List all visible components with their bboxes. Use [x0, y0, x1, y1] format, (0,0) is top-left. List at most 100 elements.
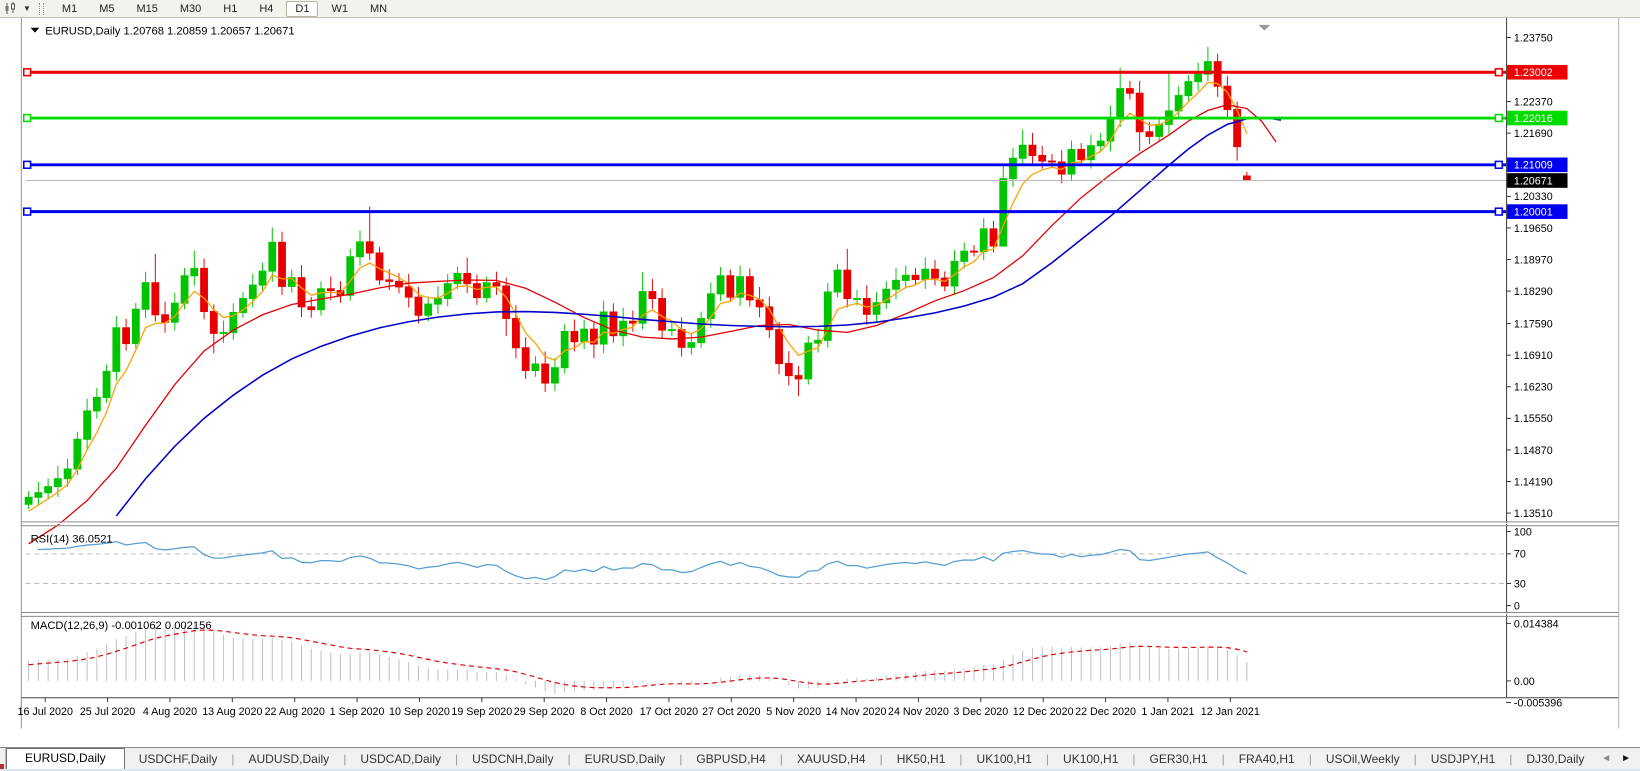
svg-text:4 Aug 2020: 4 Aug 2020: [143, 706, 197, 718]
svg-text:1.20330: 1.20330: [1514, 191, 1553, 203]
chart-tab-usdjpy-h1[interactable]: USDJPY,H1: [1417, 750, 1509, 769]
svg-text:1.16910: 1.16910: [1514, 350, 1553, 362]
line-handle[interactable]: [1495, 69, 1502, 76]
chart-tab-usdcnh-daily[interactable]: USDCNH,Daily: [458, 750, 567, 769]
scroll-right-icon[interactable]: ►: [1621, 754, 1631, 764]
mt4-window: ▼ M1M5M15 M30H1H4D1W1MN EURUSD,Daily 1.20…: [0, 0, 1640, 771]
svg-text:1.13510: 1.13510: [1514, 508, 1553, 520]
scroll-left-icon[interactable]: ◄: [1601, 754, 1611, 764]
price-badge-1.22016: 1.22016: [1507, 111, 1567, 126]
svg-text:1.20001: 1.20001: [1514, 207, 1553, 219]
svg-text:1.14190: 1.14190: [1514, 476, 1553, 488]
svg-text:MACD(12,26,9) -0.001062 0.0021: MACD(12,26,9) -0.001062 0.002156: [31, 620, 212, 632]
timeframe-button-mn[interactable]: MN: [361, 1, 396, 17]
line-handle[interactable]: [1495, 161, 1502, 168]
chart-tab-usoil-weekly[interactable]: USOil,Weekly: [1312, 750, 1414, 769]
chart-tab-ger30-h1[interactable]: GER30,H1: [1136, 750, 1222, 769]
toolbar: ▼ M1M5M15 M30H1H4D1W1MN: [0, 0, 1640, 18]
svg-text:1.18970: 1.18970: [1514, 254, 1553, 266]
chart-tab-fra40-h1[interactable]: FRA40,H1: [1225, 750, 1309, 769]
svg-text:1.15550: 1.15550: [1514, 413, 1553, 425]
timeframe-button-m1[interactable]: M1: [53, 1, 86, 17]
svg-text:12 Jan 2021: 12 Jan 2021: [1201, 706, 1260, 718]
svg-text:-0.005396: -0.005396: [1514, 697, 1562, 709]
chevron-down-icon[interactable]: ▼: [23, 4, 31, 13]
svg-text:1.18290: 1.18290: [1514, 286, 1553, 298]
svg-text:1.19650: 1.19650: [1514, 223, 1553, 235]
line-handle[interactable]: [24, 208, 31, 215]
tabbar-edge: [0, 748, 6, 769]
svg-text:1.14870: 1.14870: [1514, 445, 1553, 457]
chart-tab-usdchf-daily[interactable]: USDCHF,Daily: [125, 750, 232, 769]
svg-text:14 Nov 2020: 14 Nov 2020: [826, 706, 887, 718]
line-handle[interactable]: [1495, 115, 1502, 122]
chart-tab-hk50-h1[interactable]: HK50,H1: [883, 750, 960, 769]
svg-text:100: 100: [1514, 527, 1532, 539]
svg-text:22 Dec 2020: 22 Dec 2020: [1075, 706, 1136, 718]
svg-text:0.014384: 0.014384: [1514, 618, 1559, 630]
line-handle[interactable]: [1495, 208, 1502, 215]
svg-text:1.22370: 1.22370: [1514, 96, 1553, 108]
chart-tab-dj30-daily[interactable]: DJ30,Daily: [1512, 750, 1598, 769]
svg-text:1.22016: 1.22016: [1514, 113, 1553, 125]
svg-text:12 Dec 2020: 12 Dec 2020: [1013, 706, 1074, 718]
svg-text:27 Oct 2020: 27 Oct 2020: [702, 706, 760, 718]
svg-text:24 Nov 2020: 24 Nov 2020: [888, 706, 949, 718]
timeframe-button-m30[interactable]: M30: [171, 1, 210, 17]
timeframe-buttons: M1M5M15 M30H1H4D1W1MN: [51, 1, 398, 17]
svg-text:70: 70: [1514, 549, 1526, 561]
line-handle[interactable]: [24, 115, 31, 122]
svg-text:1.17590: 1.17590: [1514, 318, 1553, 330]
chart-tab-eurusd-daily[interactable]: EURUSD,Daily: [571, 750, 680, 769]
timeframe-button-h4[interactable]: H4: [250, 1, 282, 17]
timeframe-button-m5[interactable]: M5: [90, 1, 123, 17]
svg-text:1.20671: 1.20671: [1514, 175, 1553, 187]
svg-text:22 Aug 2020: 22 Aug 2020: [265, 706, 325, 718]
toolbar-grip[interactable]: [39, 3, 44, 15]
price-badge-1.21009: 1.21009: [1507, 157, 1567, 172]
chart-tab-gbpusd-h4[interactable]: GBPUSD,H4: [682, 750, 779, 769]
timeframe-button-w1[interactable]: W1: [322, 1, 357, 17]
timeframe-button-d1[interactable]: D1: [286, 1, 318, 17]
svg-text:1.21009: 1.21009: [1514, 160, 1553, 172]
chart-title: EURUSD,Daily 1.20768 1.20859 1.20657 1.2…: [31, 26, 295, 38]
svg-text:1 Jan 2021: 1 Jan 2021: [1141, 706, 1194, 718]
svg-text:0.00: 0.00: [1514, 676, 1535, 688]
chart-tabs: EURUSD,DailyUSDCHF,Daily|AUDUSD,Daily|US…: [0, 747, 1640, 769]
svg-text:1.16230: 1.16230: [1514, 382, 1553, 394]
timeframe-button-m15[interactable]: M15: [127, 1, 166, 17]
svg-text:1.21690: 1.21690: [1514, 128, 1553, 140]
svg-text:29 Sep 2020: 29 Sep 2020: [514, 706, 575, 718]
chart-tab-xauusd-h4[interactable]: XAUUSD,H4: [783, 750, 880, 769]
svg-text:19 Sep 2020: 19 Sep 2020: [451, 706, 512, 718]
chart-tab-usdcad-daily[interactable]: USDCAD,Daily: [346, 750, 455, 769]
svg-text:17 Oct 2020: 17 Oct 2020: [640, 706, 698, 718]
svg-text:3 Dec 2020: 3 Dec 2020: [953, 706, 1008, 718]
svg-text:30: 30: [1514, 578, 1526, 590]
chart-window[interactable]: EURUSD,Daily 1.20768 1.20859 1.20657 1.2…: [0, 18, 1640, 747]
price-chart[interactable]: EURUSD,Daily 1.20768 1.20859 1.20657 1.2…: [0, 18, 1640, 747]
line-handle[interactable]: [24, 161, 31, 168]
svg-text:16 Jul 2020: 16 Jul 2020: [17, 706, 72, 718]
chart-tab-uk100-h1[interactable]: UK100,H1: [963, 750, 1046, 769]
svg-text:13 Aug 2020: 13 Aug 2020: [202, 706, 262, 718]
chart-type-icon[interactable]: [4, 2, 20, 15]
svg-text:EURUSD,Daily 1.20768 1.20859: EURUSD,Daily 1.20768 1.20859 1.20657 1.2…: [45, 26, 294, 38]
price-badge-1.20671: 1.20671: [1507, 173, 1567, 188]
price-badge-1.23002: 1.23002: [1507, 65, 1567, 80]
timeframe-button-h1[interactable]: H1: [214, 1, 246, 17]
svg-text:RSI(14) 36.0521: RSI(14) 36.0521: [31, 533, 113, 545]
line-handle[interactable]: [24, 69, 31, 76]
svg-text:0: 0: [1514, 601, 1520, 613]
chart-tab-eurusd-daily[interactable]: EURUSD,Daily: [6, 748, 125, 769]
chart-tab-audusd-daily[interactable]: AUDUSD,Daily: [235, 750, 344, 769]
tab-scroll-arrows: ◄►: [1592, 748, 1640, 769]
svg-text:8 Oct 2020: 8 Oct 2020: [580, 706, 632, 718]
svg-text:1.23750: 1.23750: [1514, 32, 1553, 44]
svg-text:10 Sep 2020: 10 Sep 2020: [389, 706, 450, 718]
svg-text:1 Sep 2020: 1 Sep 2020: [330, 706, 385, 718]
svg-text:5 Nov 2020: 5 Nov 2020: [766, 706, 821, 718]
chart-tab-uk100-h1[interactable]: UK100,H1: [1049, 750, 1132, 769]
svg-text:1.23002: 1.23002: [1514, 67, 1553, 79]
svg-text:25 Jul 2020: 25 Jul 2020: [80, 706, 135, 718]
